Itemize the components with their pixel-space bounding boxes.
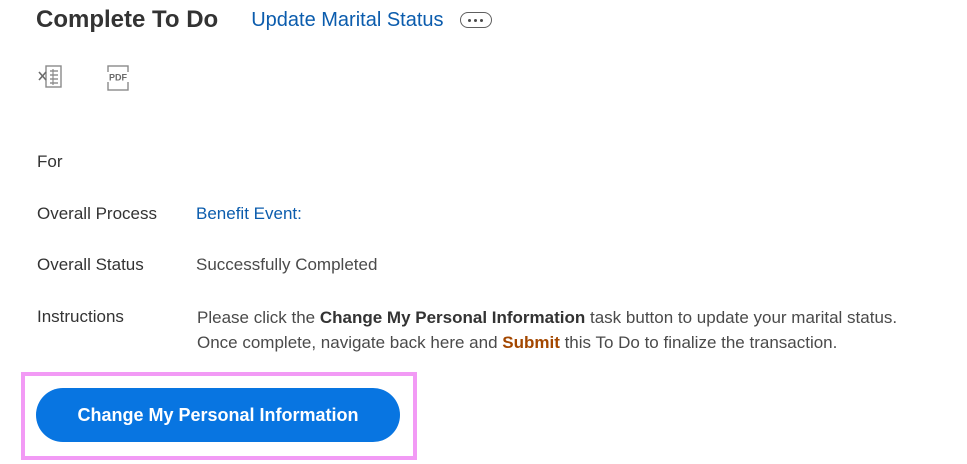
for-label: For <box>37 152 63 171</box>
instructions-line2-prefix: Once complete, navigate back here and <box>197 333 503 352</box>
instructions-submit-word: Submit <box>502 333 560 352</box>
instructions-line1-prefix: Please click the <box>197 308 320 327</box>
instructions-text: Please click the Change My Personal Info… <box>197 305 897 355</box>
pdf-icon-label: PDF <box>109 73 128 83</box>
page-title: Complete To Do <box>36 6 219 33</box>
more-horizontal-icon[interactable] <box>459 12 492 28</box>
benefit-event-link[interactable]: Benefit Event: <box>196 201 302 226</box>
instructions-task-name: Change My Personal Information <box>319 308 586 327</box>
overall-status-label: Overall Status <box>37 255 144 274</box>
instructions-line2-suffix: this To Do to finalize the transaction. <box>559 333 838 352</box>
instructions-line1-suffix: task button to update your marital statu… <box>585 308 898 327</box>
export-to-pdf-icon[interactable]: PDF <box>105 63 133 93</box>
overall-status-value: Successfully Completed <box>196 255 378 274</box>
complete-to-do-page: Complete To Do Update Marital Status PDF… <box>0 0 967 464</box>
title-row: Complete To Do Update Marital Status <box>36 2 492 38</box>
instructions-line-2: Once complete, navigate back here and Su… <box>197 330 897 355</box>
export-toolbar: PDF <box>37 63 133 93</box>
instructions-label: Instructions <box>37 307 124 326</box>
export-to-excel-icon[interactable] <box>37 63 65 93</box>
overall-process-label: Overall Process <box>37 204 157 223</box>
change-my-personal-information-button[interactable]: Change My Personal Information <box>36 388 400 442</box>
instructions-line-1: Please click the Change My Personal Info… <box>197 305 897 330</box>
update-marital-status-link[interactable]: Update Marital Status <box>251 9 443 32</box>
